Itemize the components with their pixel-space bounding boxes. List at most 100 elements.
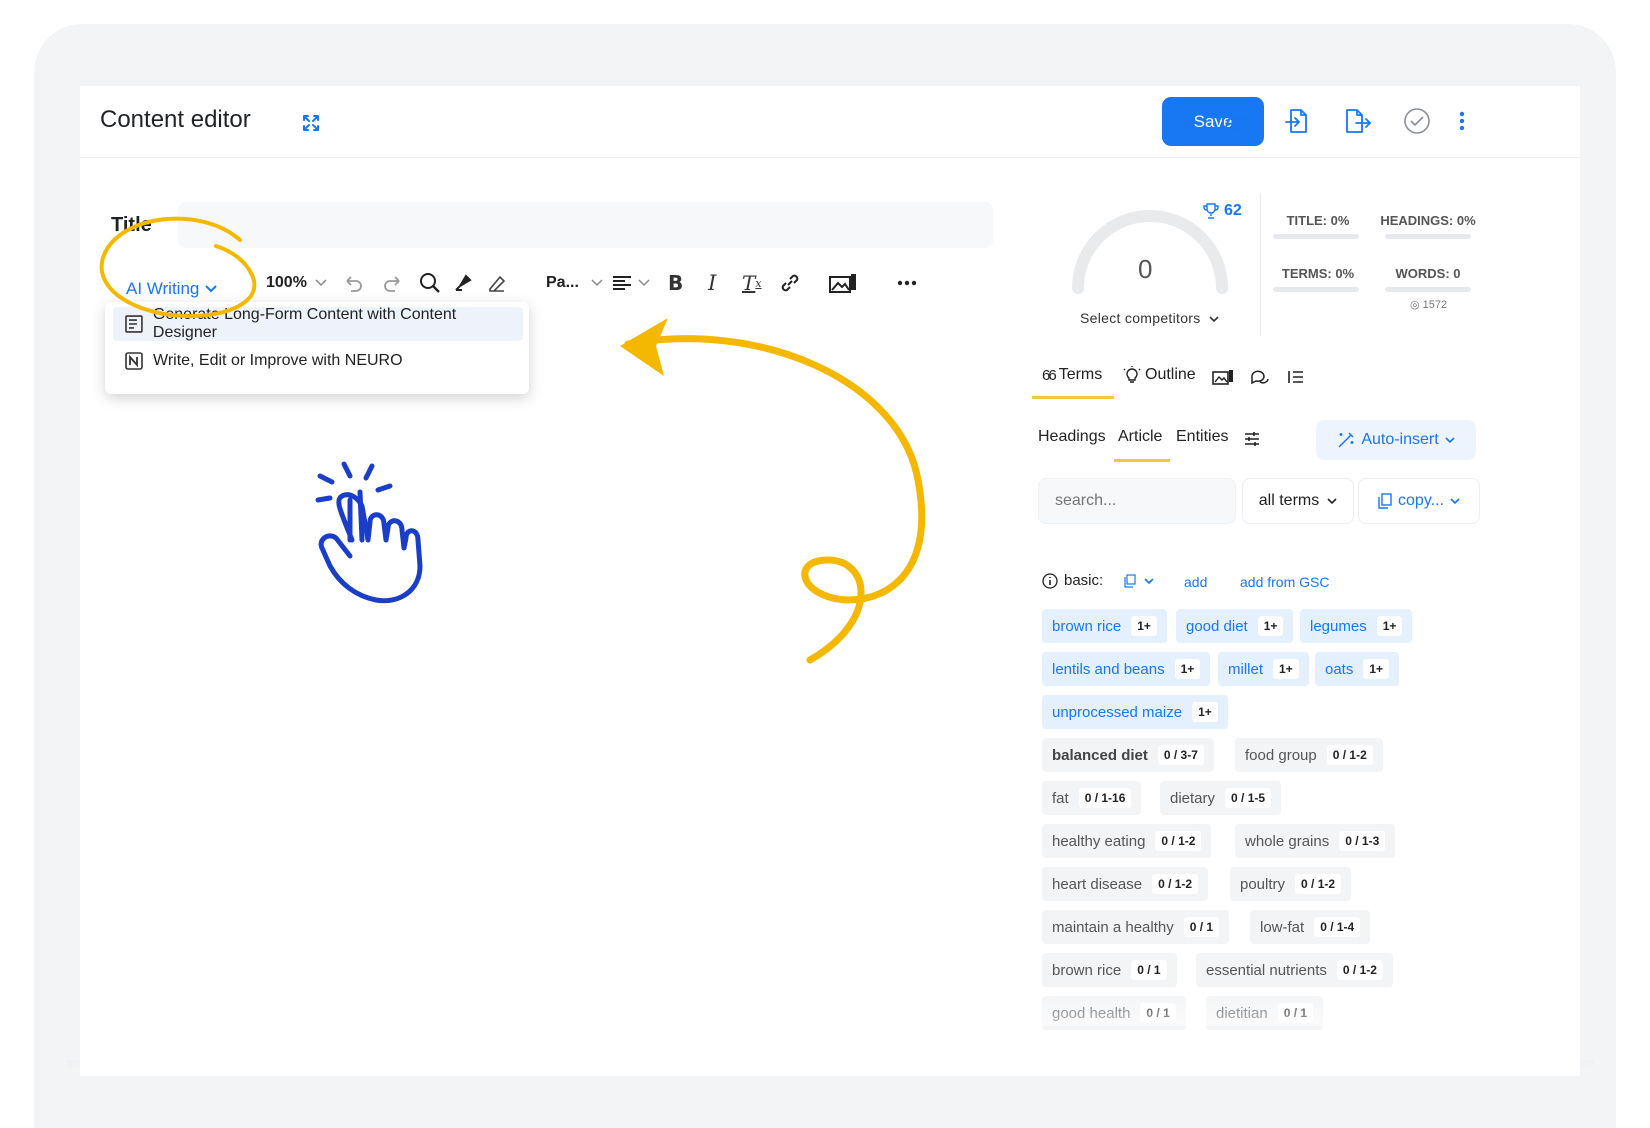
search-icon[interactable] xyxy=(418,268,442,298)
trophy-value: 62 xyxy=(1224,202,1242,219)
import-icon[interactable] xyxy=(1282,106,1312,136)
chevron-down-icon xyxy=(591,279,603,287)
open-folder-icon[interactable] xyxy=(1220,106,1250,136)
undo-icon[interactable] xyxy=(342,268,364,298)
term-count: 1+ xyxy=(1174,659,1201,679)
stat-headings: HEADINGS: 0% xyxy=(1380,213,1476,228)
term-chip-used[interactable]: unprocessed maize 1+ xyxy=(1042,695,1228,729)
term-chip-missing[interactable]: heart disease 0 / 1-2 xyxy=(1042,867,1209,901)
term-count: 0 / 1 xyxy=(1140,1003,1176,1023)
target-icon: ◎ xyxy=(1410,299,1420,311)
paragraph-style-value: Pa... xyxy=(546,274,579,291)
tab-label: Outline xyxy=(1145,366,1196,383)
term-label: brown rice xyxy=(1052,617,1122,635)
clear-format-icon[interactable]: Tx xyxy=(742,268,762,298)
term-count: 1+ xyxy=(1363,659,1390,679)
title-input[interactable] xyxy=(178,202,993,248)
tab-images-icon[interactable] xyxy=(1212,368,1234,386)
align-left-icon xyxy=(613,276,631,290)
term-chip-missing[interactable]: essential nutrients 0 / 1-2 xyxy=(1196,953,1393,987)
term-chip-missing[interactable]: low-fat 0 / 1-4 xyxy=(1250,910,1371,944)
stat-bar xyxy=(1385,287,1471,292)
term-count: 0 / 1-16 xyxy=(1078,788,1132,808)
term-label: healthy eating xyxy=(1052,832,1146,850)
term-count: 0 / 1 xyxy=(1131,960,1167,980)
redo-icon[interactable] xyxy=(382,268,404,298)
term-chip-used[interactable]: lentils and beans 1+ xyxy=(1042,652,1211,686)
more-horizontal-icon[interactable] xyxy=(896,268,918,298)
menu-item-content-designer[interactable]: Generate Long-Form Content with Content … xyxy=(113,306,523,341)
trophy-score: 62 xyxy=(1202,202,1242,220)
ai-writing-button[interactable]: AI Writing xyxy=(126,274,236,304)
tab-comments-icon[interactable] xyxy=(1250,368,1270,386)
tab-list-icon[interactable] xyxy=(1286,368,1304,386)
copy-button[interactable]: copy... xyxy=(1358,478,1480,524)
term-label: brown rice xyxy=(1052,961,1122,979)
subtab-entities[interactable]: Entities xyxy=(1176,428,1228,446)
term-label: good diet xyxy=(1186,617,1248,635)
terms-filter-select[interactable]: all terms xyxy=(1242,478,1354,524)
link-icon[interactable] xyxy=(778,268,802,298)
term-count: 0 / 1-2 xyxy=(1295,874,1342,894)
term-chip-missing[interactable]: fat 0 / 1-16 xyxy=(1042,781,1142,815)
auto-insert-button[interactable]: Auto-insert xyxy=(1316,420,1476,460)
term-label: low-fat xyxy=(1260,918,1305,936)
term-count: 0 / 3-7 xyxy=(1157,745,1204,765)
term-label: maintain a healthy xyxy=(1052,918,1174,936)
align-select[interactable] xyxy=(612,268,650,298)
term-chip-missing[interactable]: poultry 0 / 1-2 xyxy=(1230,867,1352,901)
eraser-icon[interactable] xyxy=(486,268,508,298)
tab-label: Terms xyxy=(1058,366,1103,383)
subtab-headings[interactable]: Headings xyxy=(1038,428,1106,446)
term-chip-used[interactable]: good diet 1+ xyxy=(1176,609,1294,643)
tab-terms[interactable]: 66 Terms xyxy=(1042,366,1102,384)
zoom-select[interactable]: 100% xyxy=(266,268,327,298)
basic-copy-select[interactable] xyxy=(1114,566,1166,596)
stat-bar xyxy=(1273,234,1359,239)
stat-bar xyxy=(1273,287,1359,292)
term-chip-missing[interactable]: healthy eating 0 / 1-2 xyxy=(1042,824,1212,858)
more-vertical-icon[interactable] xyxy=(1454,106,1470,136)
zoom-value: 100% xyxy=(266,274,307,291)
export-icon[interactable] xyxy=(1342,106,1372,136)
bold-icon[interactable]: B xyxy=(668,268,683,298)
term-chip-missing[interactable]: brown rice 0 / 1 xyxy=(1042,953,1177,987)
term-chip-used[interactable]: brown rice 1+ xyxy=(1042,609,1167,643)
add-term-link[interactable]: add xyxy=(1184,574,1207,590)
menu-item-label: Write, Edit or Improve with NEURO xyxy=(153,352,403,369)
basic-label: basic: xyxy=(1064,572,1104,589)
paragraph-style-select[interactable]: Pa... xyxy=(546,268,603,298)
select-competitors[interactable]: Select competitors xyxy=(1080,310,1219,326)
term-chip-missing[interactable]: whole grains 0 / 1-3 xyxy=(1235,824,1396,858)
check-circle-icon[interactable] xyxy=(1402,106,1432,136)
term-chip-missing[interactable]: dietitian 0 / 1 xyxy=(1206,996,1324,1030)
term-label: poultry xyxy=(1240,875,1286,893)
add-from-gsc-link[interactable]: add from GSC xyxy=(1240,574,1329,590)
subtab-article[interactable]: Article xyxy=(1118,428,1162,446)
highlighter-icon[interactable] xyxy=(452,268,474,298)
expand-icon[interactable] xyxy=(302,114,320,132)
term-chip-used[interactable]: millet 1+ xyxy=(1218,652,1309,686)
term-label: balanced diet xyxy=(1052,746,1148,764)
term-chip-missing[interactable]: good health 0 / 1 xyxy=(1042,996,1186,1030)
info-icon xyxy=(1042,572,1058,589)
image-gallery-icon[interactable] xyxy=(828,268,858,298)
term-label: heart disease xyxy=(1052,875,1143,893)
term-label: oats xyxy=(1325,660,1354,678)
neuro-icon xyxy=(125,352,143,370)
words-target: ◎ 1572 xyxy=(1410,298,1447,311)
term-count: 1+ xyxy=(1131,616,1157,636)
terms-search-input[interactable] xyxy=(1038,478,1236,524)
term-chip-missing[interactable]: food group 0 / 1-2 xyxy=(1235,738,1383,772)
term-chip-used[interactable]: legumes 1+ xyxy=(1300,609,1413,643)
term-chip-missing[interactable]: dietary 0 / 1-5 xyxy=(1160,781,1282,815)
terms-filter-value: all terms xyxy=(1258,492,1320,509)
chevron-down-icon xyxy=(1450,497,1460,504)
italic-icon[interactable]: I xyxy=(708,268,716,298)
menu-item-neuro[interactable]: Write, Edit or Improve with NEURO xyxy=(113,344,523,378)
term-chip-missing[interactable]: maintain a healthy 0 / 1 xyxy=(1042,910,1230,944)
term-chip-used[interactable]: oats 1+ xyxy=(1315,652,1400,686)
settings-sliders-icon[interactable] xyxy=(1244,431,1260,447)
term-chip-missing[interactable]: balanced diet 0 / 3-7 xyxy=(1042,738,1214,772)
tab-outline[interactable]: Outline xyxy=(1123,366,1196,384)
